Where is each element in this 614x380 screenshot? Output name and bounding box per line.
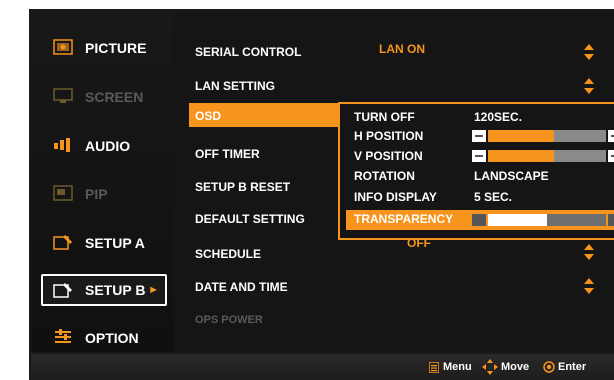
h-position-slider[interactable] xyxy=(472,129,614,143)
menu-row-date-and-time[interactable]: DATE AND TIME xyxy=(195,280,288,294)
tab-option-label: OPTION xyxy=(85,330,139,346)
audio-icon xyxy=(54,138,70,152)
category-tab-panel: PICTURE SCREEN AUDIO PIP SETUP A SETUP B… xyxy=(31,12,173,352)
tab-screen-label: SCREEN xyxy=(85,89,144,105)
tab-screen: SCREEN xyxy=(41,81,167,113)
slider-fill xyxy=(488,150,555,162)
submenu-h-position[interactable]: H POSITION xyxy=(354,129,423,143)
slider-fill xyxy=(488,214,547,226)
tab-picture-label: PICTURE xyxy=(85,40,147,56)
submenu-v-position[interactable]: V POSITION xyxy=(354,149,423,163)
bottom-hint-bar: Menu Move Enter xyxy=(31,354,614,380)
menu-row-off-timer[interactable]: OFF TIMER xyxy=(195,147,260,161)
move-arrows-icon xyxy=(482,359,498,375)
enter-icon xyxy=(543,361,555,373)
turn-off-value: 120SEC. xyxy=(474,110,523,124)
screen-icon xyxy=(53,88,73,103)
menu-row-ops-power: OPS POWER xyxy=(195,314,263,326)
updown-arrow-icon[interactable] xyxy=(583,77,595,95)
updown-arrow-icon[interactable] xyxy=(583,43,595,61)
menu-row-setup-b-reset[interactable]: SETUP B RESET xyxy=(195,180,290,194)
menu-hint: Menu xyxy=(443,361,472,373)
plus-icon[interactable] xyxy=(608,214,614,226)
tab-audio-label: AUDIO xyxy=(85,138,131,154)
serial-control-value: LAN ON xyxy=(379,42,425,56)
minus-icon[interactable] xyxy=(472,150,486,162)
slider-track[interactable] xyxy=(488,150,606,162)
enter-hint: Enter xyxy=(558,361,587,373)
slider-track[interactable] xyxy=(488,130,606,142)
v-position-slider[interactable] xyxy=(472,149,614,163)
tab-setup-a[interactable]: SETUP A xyxy=(41,227,167,259)
tab-setup-b-label: SETUP B xyxy=(85,282,146,298)
updown-arrow-icon[interactable] xyxy=(583,277,595,295)
menu-row-schedule[interactable]: SCHEDULE xyxy=(195,247,261,261)
tab-option[interactable]: OPTION xyxy=(41,322,167,354)
tab-pip-label: PIP xyxy=(85,186,108,202)
minus-icon[interactable] xyxy=(472,214,486,226)
submenu-info-display[interactable]: INFO DISPLAY xyxy=(354,190,437,204)
info-display-value: 5 SEC. xyxy=(474,190,513,204)
minus-icon[interactable] xyxy=(472,130,486,142)
submenu-transparency[interactable]: TRANSPARENCY xyxy=(354,212,453,226)
submenu-rotation[interactable]: ROTATION xyxy=(354,169,415,183)
osd-submenu: TURN OFF 120SEC. H POSITION 56 V POSITIO… xyxy=(338,102,614,240)
tab-pip: PIP xyxy=(41,178,167,210)
option-icon xyxy=(55,329,71,343)
move-hint: Move xyxy=(501,361,530,373)
pip-icon xyxy=(53,185,73,201)
tab-setup-a-label: SETUP A xyxy=(85,235,145,251)
submenu-turn-off[interactable]: TURN OFF xyxy=(354,110,415,124)
slider-track[interactable] xyxy=(488,214,606,226)
osd-menu-window: PICTURE SCREEN AUDIO PIP SETUP A SETUP B… xyxy=(31,12,614,352)
tab-picture[interactable]: PICTURE xyxy=(41,32,167,64)
plus-icon[interactable] xyxy=(608,130,614,142)
transparency-slider[interactable] xyxy=(472,213,614,227)
display-frame: PICTURE SCREEN AUDIO PIP SETUP A SETUP B… xyxy=(29,9,614,380)
updown-arrow-icon[interactable] xyxy=(583,243,595,261)
plus-icon[interactable] xyxy=(608,150,614,162)
tab-audio[interactable]: AUDIO xyxy=(41,130,167,162)
picture-icon xyxy=(53,39,73,55)
setup-b-icon xyxy=(53,283,72,298)
selected-arrow-icon: ► xyxy=(148,284,159,296)
slider-fill xyxy=(488,130,555,142)
menu-row-serial-control[interactable]: SERIAL CONTROL xyxy=(195,45,301,59)
menu-icon xyxy=(429,362,439,373)
menu-row-osd[interactable]: OSD xyxy=(195,109,221,123)
menu-row-lan-setting[interactable]: LAN SETTING xyxy=(195,79,275,93)
menu-row-default-setting[interactable]: DEFAULT SETTING xyxy=(195,212,305,226)
setup-a-icon xyxy=(53,235,72,250)
setup-b-menu: SERIAL CONTROL LAN ON LAN SETTING OSD OF… xyxy=(173,12,614,352)
rotation-value: LANDSCAPE xyxy=(474,169,549,183)
tab-setup-b[interactable]: SETUP B ► xyxy=(41,274,167,306)
